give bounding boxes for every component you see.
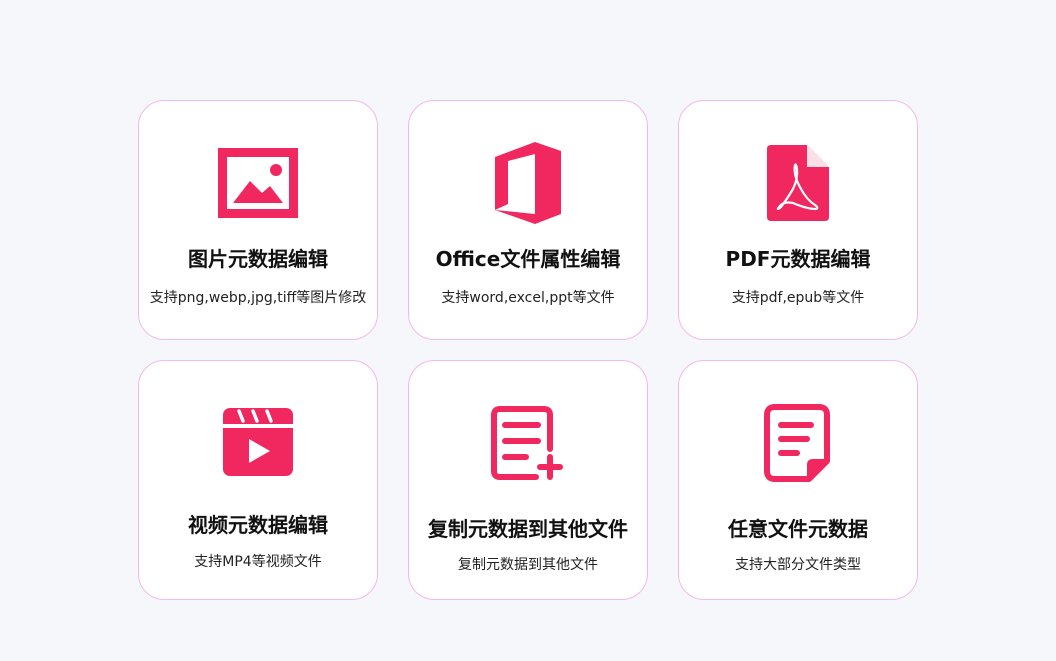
card-title: 复制元数据到其他文件 bbox=[428, 517, 628, 541]
video-icon bbox=[216, 401, 300, 485]
document-icon bbox=[756, 401, 840, 485]
card-office-properties[interactable]: Office文件属性编辑 支持word,excel,ppt等文件 bbox=[408, 100, 648, 340]
card-description: 支持MP4等视频文件 bbox=[194, 554, 322, 570]
card-title: 任意文件元数据 bbox=[728, 517, 868, 541]
card-any-file-metadata[interactable]: 任意文件元数据 支持大部分文件类型 bbox=[678, 360, 918, 600]
card-description: 复制元数据到其他文件 bbox=[458, 557, 598, 573]
card-description: 支持png,webp,jpg,tiff等图片修改 bbox=[149, 290, 367, 306]
card-title: PDF元数据编辑 bbox=[725, 247, 871, 271]
card-pdf-metadata[interactable]: PDF元数据编辑 支持pdf,epub等文件 bbox=[678, 100, 918, 340]
card-video-metadata[interactable]: 视频元数据编辑 支持MP4等视频文件 bbox=[138, 360, 378, 600]
image-icon bbox=[216, 141, 300, 225]
card-image-metadata[interactable]: 图片元数据编辑 支持png,webp,jpg,tiff等图片修改 bbox=[138, 100, 378, 340]
card-title: Office文件属性编辑 bbox=[435, 247, 621, 271]
card-title: 视频元数据编辑 bbox=[188, 513, 328, 537]
card-description: 支持pdf,epub等文件 bbox=[731, 290, 865, 306]
feature-grid: 图片元数据编辑 支持png,webp,jpg,tiff等图片修改 Office文… bbox=[138, 100, 918, 600]
pdf-icon bbox=[756, 141, 840, 225]
card-description: 支持word,excel,ppt等文件 bbox=[441, 290, 615, 306]
office-icon bbox=[486, 141, 570, 225]
card-copy-metadata[interactable]: 复制元数据到其他文件 复制元数据到其他文件 bbox=[408, 360, 648, 600]
card-description: 支持大部分文件类型 bbox=[735, 557, 861, 573]
copy-document-icon bbox=[486, 401, 570, 485]
card-title: 图片元数据编辑 bbox=[188, 247, 328, 271]
